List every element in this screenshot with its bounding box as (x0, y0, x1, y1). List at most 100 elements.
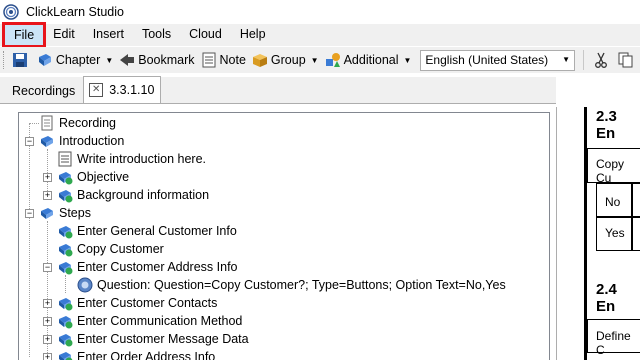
bookmark-label: Bookmark (138, 53, 195, 67)
tree-label: Enter Customer Address Info (77, 260, 238, 274)
chapter-book-icon (59, 334, 73, 347)
chapter-book-icon (41, 208, 53, 219)
note-icon (202, 52, 216, 68)
tree-label: Recording (59, 116, 116, 130)
chevron-down-icon[interactable]: ▼ (105, 56, 113, 65)
chapter-book-icon (59, 190, 73, 203)
menu-insert[interactable]: Insert (84, 24, 133, 46)
tree-item-step[interactable]: Enter General Customer Info (57, 222, 237, 240)
save-button[interactable] (9, 49, 34, 71)
menu-bar: File Edit Insert Tools Cloud Help (0, 22, 640, 48)
tree-item-step[interactable]: Enter Order Address Info (57, 348, 215, 360)
tree-label: Enter General Customer Info (77, 224, 237, 238)
tree-label: Introduction (59, 134, 125, 148)
expand-toggle[interactable]: + (43, 353, 52, 360)
group-box-icon (252, 54, 267, 67)
chapter-button[interactable]: Chapter ▼ (34, 49, 116, 71)
tab-3-3-1-10[interactable]: ✕ 3.3.1.10 (83, 76, 162, 103)
title-bar: ClickLearn Studio (0, 0, 640, 24)
tree-item-step[interactable]: Enter Customer Address Info (57, 258, 238, 276)
tree-item-introduction[interactable]: Introduction (39, 132, 124, 150)
chapter-book-icon (59, 172, 73, 185)
tree-item-step[interactable]: Enter Customer Message Data (57, 330, 249, 348)
chapter-book-icon (59, 244, 73, 257)
additional-button[interactable]: Additional ▼ (322, 49, 415, 71)
scissors-icon (595, 52, 607, 68)
tree-item-step[interactable]: Enter Customer Contacts (57, 294, 217, 312)
preview-cell-yes: Yes (605, 226, 625, 240)
preview-text: Define C (596, 329, 631, 357)
chevron-down-icon[interactable]: ▼ (562, 55, 570, 64)
preview-table-divider (631, 183, 633, 251)
document-icon (41, 115, 53, 131)
preview-cell-no: No (605, 195, 621, 209)
bookmark-arrow-icon (120, 54, 135, 66)
chevron-down-icon[interactable]: ▼ (404, 56, 412, 65)
preview-heading: 2.3 En (596, 108, 617, 142)
chapter-book-icon (59, 262, 73, 275)
collapse-toggle[interactable]: − (43, 263, 52, 272)
close-tab-icon[interactable]: ✕ (89, 83, 104, 97)
additional-shapes-icon (325, 53, 340, 67)
note-icon (58, 151, 72, 167)
expand-toggle[interactable]: + (43, 299, 52, 308)
expand-toggle[interactable]: + (43, 317, 52, 326)
chevron-down-icon[interactable]: ▼ (311, 56, 319, 65)
copy-button[interactable] (615, 49, 640, 71)
tree-label: Steps (59, 206, 91, 220)
clicklearn-logo-icon (3, 4, 19, 20)
tree-item-recording[interactable]: Recording (39, 114, 116, 132)
tree-item-write-intro[interactable]: Write introduction here. (57, 150, 206, 168)
chapter-book-icon (38, 54, 51, 66)
document-preview: 2.3 En Copy Cu No Yes 2.4 En Define C (556, 77, 640, 360)
chapter-book-icon (59, 226, 73, 239)
language-value: English (United States) (425, 53, 549, 67)
collapse-toggle[interactable]: − (25, 137, 34, 146)
preview-heading: 2.4 En (596, 281, 617, 315)
toolbar-grip[interactable] (3, 51, 6, 69)
tree-label: Enter Communication Method (77, 314, 243, 328)
additional-label: Additional (343, 53, 399, 67)
note-label: Note (219, 53, 246, 67)
pane-divider[interactable] (556, 107, 557, 360)
chapter-book-icon (59, 352, 73, 360)
tree-label: Objective (77, 170, 130, 184)
language-select[interactable]: English (United States) ▼ (420, 49, 576, 71)
expand-toggle[interactable]: + (43, 335, 52, 344)
menu-help[interactable]: Help (231, 24, 275, 46)
bookmark-button[interactable]: Bookmark (116, 49, 197, 71)
note-button[interactable]: Note (198, 49, 249, 71)
tree-item-steps[interactable]: Steps (39, 204, 91, 222)
chapter-book-icon (41, 136, 53, 147)
menu-file[interactable]: File (1, 22, 47, 48)
collapse-toggle[interactable]: − (25, 209, 34, 218)
tree-item-step[interactable]: Enter Communication Method (57, 312, 242, 330)
group-button[interactable]: Group ▼ (249, 49, 322, 71)
expand-toggle[interactable]: + (43, 191, 52, 200)
expand-toggle[interactable]: + (43, 173, 52, 182)
tree-label: Enter Customer Message Data (77, 332, 249, 346)
tree-label: Write introduction here. (77, 152, 206, 166)
preview-text: Copy Cu (596, 157, 625, 185)
menu-edit[interactable]: Edit (44, 24, 84, 46)
tree-item-step[interactable]: Copy Customer (57, 240, 164, 258)
tree-label: Enter Customer Contacts (77, 296, 218, 310)
save-icon (12, 53, 27, 67)
toolbar: Chapter ▼ Bookmark Note Group ▼ Addition… (0, 47, 640, 73)
tab-label: 3.3.1.10 (109, 83, 155, 97)
copy-icon (618, 52, 633, 68)
menu-tools[interactable]: Tools (133, 24, 180, 46)
tab-recordings[interactable]: Recordings (6, 79, 81, 103)
chapter-book-icon (59, 298, 73, 311)
tree-label: Question: Question=Copy Customer?; Type=… (97, 278, 506, 292)
tree-item-background[interactable]: Background information (57, 186, 209, 204)
cut-button[interactable] (590, 49, 615, 71)
chapter-book-icon (59, 316, 73, 329)
tree-item-question[interactable]: Question: Question=Copy Customer?; Type=… (77, 276, 506, 294)
tree-label: Background information (77, 188, 210, 202)
menu-cloud[interactable]: Cloud (180, 24, 231, 46)
question-icon (77, 277, 93, 293)
recording-tree: Recording − Introduction Write introduct… (18, 112, 550, 360)
document-tabs: Recordings ✕ 3.3.1.10 (0, 76, 560, 104)
tree-item-objective[interactable]: Objective (57, 168, 129, 186)
